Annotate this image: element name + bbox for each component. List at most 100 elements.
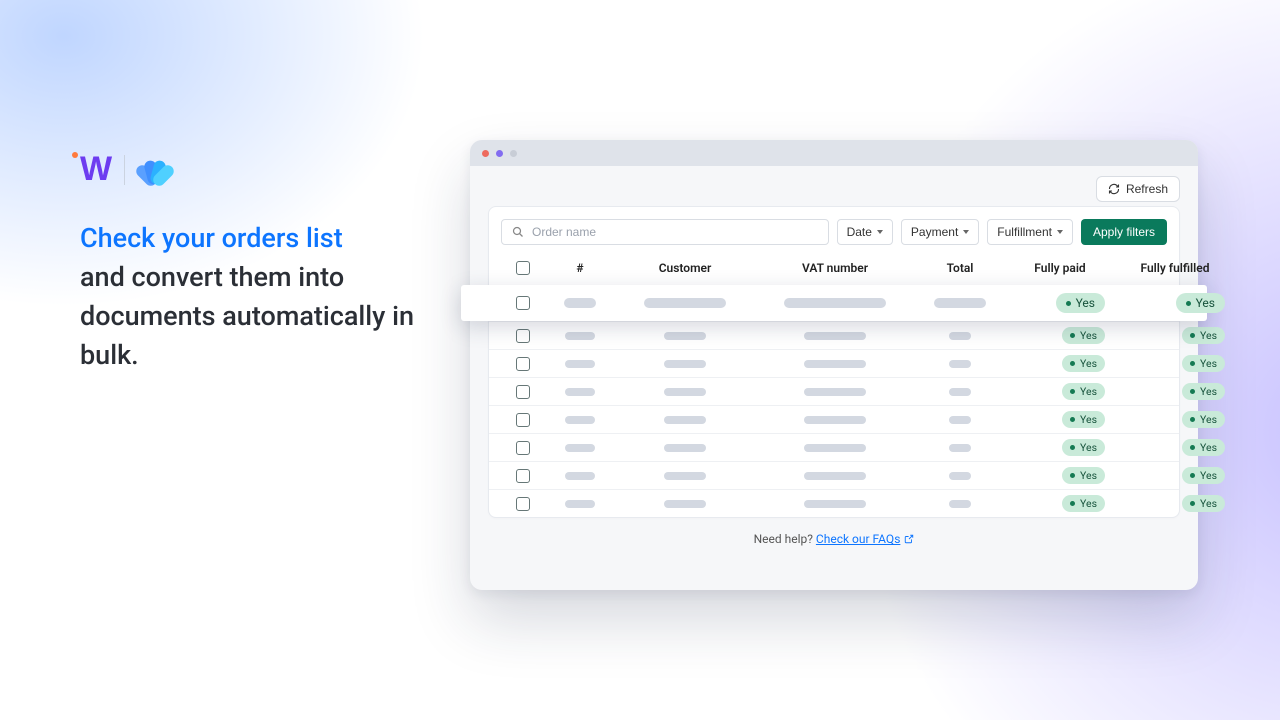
table-header: # Customer VAT number Total Fully paid F… [489,255,1179,285]
row-checkbox[interactable] [516,497,530,511]
order-number-placeholder [565,360,595,368]
vat-placeholder [784,298,886,308]
table-row[interactable]: YesYes [489,405,1179,433]
order-number-placeholder [564,298,596,308]
search-input[interactable] [532,225,818,239]
traffic-light-zoom[interactable] [510,150,517,157]
table-row[interactable]: YesYes [489,489,1179,517]
orders-panel: Date Payment Fulfillment Apply filters #… [488,206,1180,518]
date-filter[interactable]: Date [837,219,893,245]
payment-filter[interactable]: Payment [901,219,979,245]
table-body: YesYesYesYesYesYesYesYesYesYesYesYesYesY… [489,285,1179,517]
total-placeholder [949,500,971,508]
total-placeholder [934,298,986,308]
vat-placeholder [804,332,866,340]
faq-link[interactable]: Check our FAQs [816,532,914,546]
filter-bar: Date Payment Fulfillment Apply filters [489,207,1179,255]
row-checkbox[interactable] [516,357,530,371]
row-checkbox[interactable] [516,385,530,399]
table-row[interactable]: YesYes [489,433,1179,461]
fulfilled-badge: Yes [1182,495,1225,512]
row-checkbox[interactable] [516,296,530,310]
customer-placeholder [664,472,706,480]
paid-badge: Yes [1062,495,1105,512]
paid-badge: Yes [1062,327,1105,344]
total-placeholder [949,388,971,396]
vat-placeholder [804,416,866,424]
vat-placeholder [804,500,866,508]
order-number-placeholder [565,416,595,424]
th-customer: Customer [615,261,755,275]
total-placeholder [949,360,971,368]
app-window: Refresh Date Payment Fulfillment Apply f… [470,140,1198,590]
customer-placeholder [664,388,706,396]
customer-placeholder [664,444,706,452]
vat-placeholder [804,388,866,396]
total-placeholder [949,444,971,452]
vat-placeholder [804,360,866,368]
row-checkbox[interactable] [516,413,530,427]
refresh-button[interactable]: Refresh [1096,176,1180,202]
fulfilled-badge: Yes [1182,355,1225,372]
traffic-light-close[interactable] [482,150,489,157]
paid-badge: Yes [1062,383,1105,400]
logo-divider [124,155,125,185]
row-checkbox[interactable] [516,329,530,343]
fulfilled-badge: Yes [1176,293,1225,313]
fulfilled-badge: Yes [1182,439,1225,456]
th-vat: VAT number [755,261,915,275]
search-icon [512,226,524,238]
paid-badge: Yes [1062,355,1105,372]
refresh-label: Refresh [1126,182,1168,196]
headline-rest: and convert them into documents automati… [80,261,414,371]
table-row[interactable]: YesYes [489,377,1179,405]
window-titlebar [470,140,1198,166]
fulfilled-badge: Yes [1182,411,1225,428]
th-number: # [545,261,615,275]
customer-placeholder [644,298,726,308]
marketing-headline: Check your orders list and convert them … [80,219,420,376]
vat-placeholder [804,472,866,480]
select-all-checkbox[interactable] [516,261,530,275]
total-placeholder [949,472,971,480]
customer-placeholder [664,500,706,508]
customer-placeholder [664,416,706,424]
logo-group: W [80,150,420,189]
th-total: Total [915,261,1005,275]
refresh-icon [1108,183,1120,195]
chevron-down-icon [963,230,969,234]
order-number-placeholder [565,332,595,340]
table-row[interactable]: YesYes [489,461,1179,489]
fulfilled-badge: Yes [1182,467,1225,484]
th-fulfilled: Fully fulfilled [1115,261,1235,275]
order-number-placeholder [565,444,595,452]
total-placeholder [949,416,971,424]
traffic-light-minimize[interactable] [496,150,503,157]
help-footer: Need help? Check our FAQs [470,518,1198,550]
chevron-down-icon [1057,230,1063,234]
fulfilled-badge: Yes [1182,383,1225,400]
total-placeholder [949,332,971,340]
search-input-wrapper[interactable] [501,219,829,245]
fulfillment-filter[interactable]: Fulfillment [987,219,1073,245]
order-number-placeholder [565,388,595,396]
customer-placeholder [664,332,706,340]
th-paid: Fully paid [1005,261,1115,275]
help-text: Need help? [754,532,816,546]
table-row[interactable]: YesYes [489,349,1179,377]
apply-filters-button[interactable]: Apply filters [1081,219,1167,245]
headline-accent: Check your orders list [80,219,420,258]
table-row[interactable]: YesYes [461,285,1207,321]
vat-placeholder [804,444,866,452]
paid-badge: Yes [1062,467,1105,484]
order-number-placeholder [565,500,595,508]
order-number-placeholder [565,472,595,480]
paid-badge: Yes [1056,293,1105,313]
weebly-logo: W [80,150,110,189]
row-checkbox[interactable] [516,469,530,483]
row-checkbox[interactable] [516,441,530,455]
chevron-down-icon [877,230,883,234]
external-link-icon [904,534,914,544]
table-row[interactable]: YesYes [489,321,1179,349]
paid-badge: Yes [1062,411,1105,428]
